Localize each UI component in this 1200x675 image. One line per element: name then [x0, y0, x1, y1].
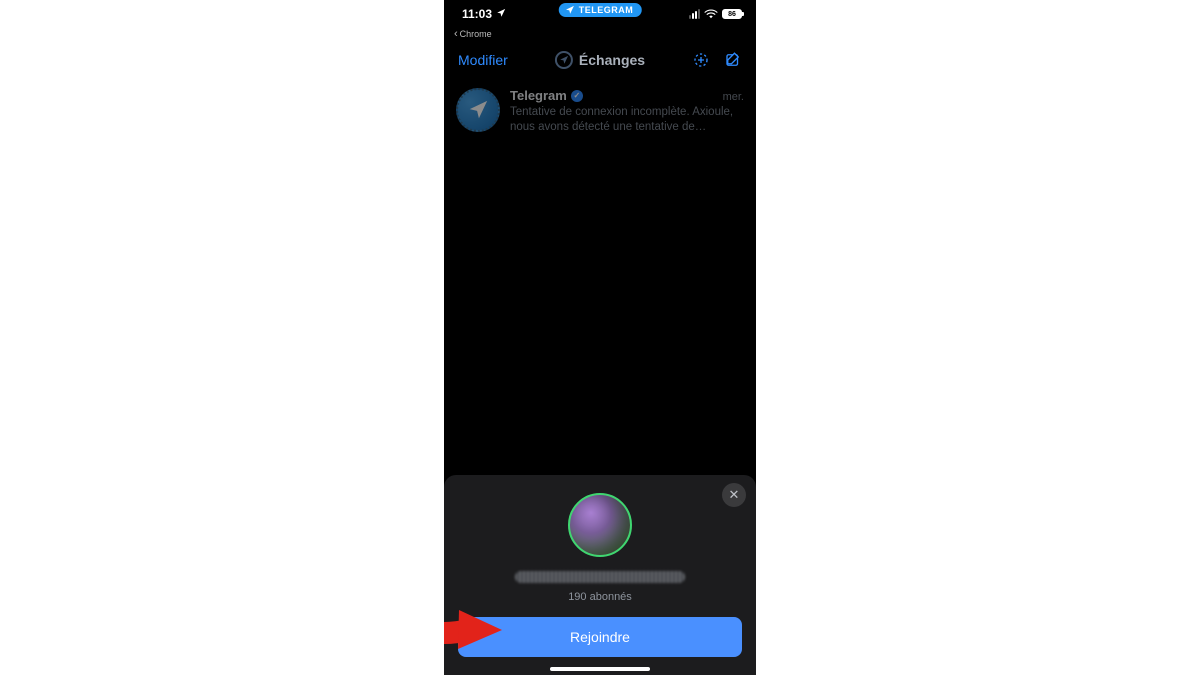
status-time: 11:03 — [462, 7, 492, 21]
battery-percent: 86 — [728, 11, 736, 18]
edit-button[interactable]: Modifier — [458, 52, 508, 68]
channel-avatar — [568, 493, 632, 557]
chat-title: Telegram — [510, 88, 567, 103]
status-right: 86 — [689, 9, 742, 19]
breadcrumb-app-label: Chrome — [460, 29, 492, 39]
phone-frame: 11:03 TELEGRAM 86 — [444, 0, 756, 675]
nav-title-text: Échanges — [579, 52, 645, 68]
join-channel-sheet: ✕ 190 abonnés Rejoindre — [444, 475, 756, 675]
subscribers-count: 190 abonnés — [568, 591, 632, 603]
join-button-label: Rejoindre — [570, 629, 630, 645]
cellular-icon — [689, 9, 700, 19]
battery-icon: 86 — [722, 9, 742, 19]
telegram-logo-icon — [555, 51, 573, 69]
chevron-left-icon: ‹ — [454, 29, 458, 40]
location-icon — [496, 7, 506, 21]
chat-preview: Tentative de connexion incomplète. Axiou… — [510, 105, 744, 135]
close-button[interactable]: ✕ — [722, 483, 746, 507]
new-channel-icon[interactable] — [692, 51, 710, 69]
chat-row-telegram[interactable]: Telegram ✓ mer. Tentative de connexion i… — [444, 80, 756, 143]
chat-timestamp: mer. — [723, 91, 744, 103]
status-bar: 11:03 TELEGRAM 86 — [444, 0, 756, 28]
back-to-app-breadcrumb[interactable]: ‹ Chrome — [444, 28, 756, 40]
nav-bar: Modifier Échanges — [444, 40, 756, 80]
join-button[interactable]: Rejoindre — [458, 617, 742, 657]
channel-name-redacted — [515, 571, 685, 583]
pill-label: TELEGRAM — [579, 5, 634, 15]
home-indicator[interactable] — [550, 667, 650, 671]
nav-title: Échanges — [555, 51, 645, 69]
telegram-avatar-icon — [456, 88, 500, 132]
wifi-icon — [704, 9, 718, 19]
activity-pill[interactable]: TELEGRAM — [559, 3, 642, 17]
status-left: 11:03 — [462, 7, 506, 21]
compose-icon[interactable] — [724, 51, 742, 69]
verified-badge-icon: ✓ — [571, 90, 583, 102]
close-icon: ✕ — [729, 487, 740, 503]
